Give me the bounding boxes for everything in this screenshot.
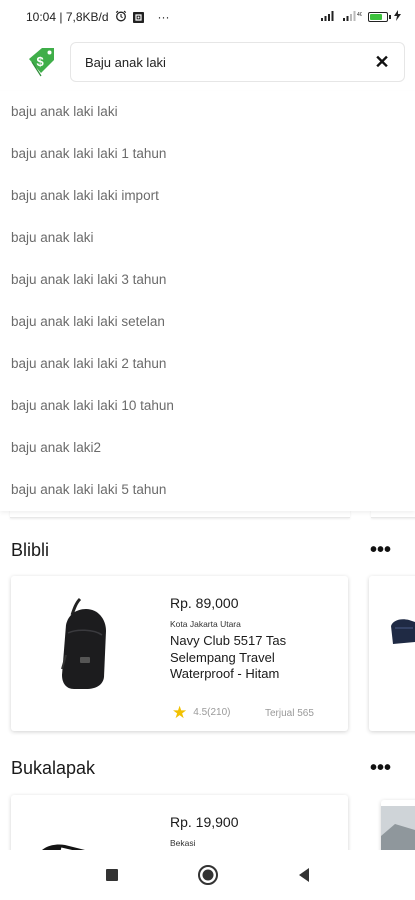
battery-level <box>370 14 382 20</box>
suggestion-item[interactable]: baju anak laki laki import <box>0 175 415 217</box>
more-notifications-icon: ··· <box>157 10 170 24</box>
bag-thumbnail-image <box>387 616 415 653</box>
status-right: 4G <box>320 10 401 24</box>
more-options-button[interactable]: ••• <box>370 758 391 778</box>
search-box[interactable]: ✕ <box>70 42 405 82</box>
suggestion-item[interactable]: baju anak laki laki 10 tahun <box>0 385 415 427</box>
signal-icon: 4G <box>342 10 364 24</box>
section-title: Blibli <box>11 539 50 560</box>
product-card[interactable]: Rp. 89,000 Kota Jakarta Utara Navy Club … <box>11 576 348 731</box>
star-icon: ★ <box>172 703 188 722</box>
signal-icon <box>320 10 336 24</box>
suggestion-item[interactable]: baju anak laki laki 5 tahun <box>0 469 415 511</box>
alarm-clock-icon <box>115 10 127 24</box>
search-input[interactable] <box>85 54 364 70</box>
suggestion-item[interactable]: baju anak laki laki setelan <box>0 301 415 343</box>
suggestion-item[interactable]: baju anak laki laki 2 tahun <box>0 343 415 385</box>
product-location: Bekasi <box>170 838 196 848</box>
product-price: Rp. 89,000 <box>170 595 239 611</box>
status-time-speed: 10:04 | 7,8KB/d <box>26 10 109 24</box>
search-suggestions-list: baju anak laki laki baju anak laki laki … <box>0 91 415 511</box>
suggestion-item[interactable]: baju anak laki <box>0 217 415 259</box>
svg-text:4G: 4G <box>357 12 362 18</box>
charging-icon <box>394 10 401 24</box>
product-price: Rp. 19,900 <box>170 814 239 830</box>
product-sold-count: Terjual 565 <box>265 708 314 719</box>
suggestion-item[interactable]: baju anak laki laki <box>0 91 415 133</box>
notification-box-icon <box>132 11 144 23</box>
sling-bag-image <box>31 590 141 700</box>
suggestion-item[interactable]: baju anak laki2 <box>0 427 415 469</box>
product-card-next[interactable] <box>369 576 415 731</box>
square-recents-icon[interactable] <box>99 862 125 888</box>
clear-search-button[interactable]: ✕ <box>372 52 392 72</box>
svg-text:$: $ <box>37 54 45 69</box>
suggestion-item[interactable]: baju anak laki laki 1 tahun <box>0 133 415 175</box>
more-options-button[interactable]: ••• <box>370 540 391 560</box>
product-rating: ★ 4.5(210) <box>172 704 231 721</box>
app-screen: 10:04 | 7,8KB/d ··· 4G $ Baju anak laki … <box>0 0 415 900</box>
price-tag-dollar-icon[interactable]: $ <box>20 42 60 82</box>
battery-icon <box>368 12 391 22</box>
status-bar: 10:04 | 7,8KB/d ··· 4G <box>0 0 415 34</box>
suggestion-item[interactable]: baju anak laki laki 3 tahun <box>0 259 415 301</box>
section-header-blibli: Blibli ••• <box>0 534 415 566</box>
section-header-bukalapak: Bukalapak ••• <box>0 752 415 784</box>
system-navigation-bar <box>0 850 415 900</box>
product-name: Navy Club 5517 Tas Selempang Travel Wate… <box>170 633 287 681</box>
triangle-back-icon[interactable] <box>291 862 317 888</box>
status-left: 10:04 | 7,8KB/d ··· <box>26 10 170 24</box>
circle-home-icon[interactable] <box>195 862 221 888</box>
rating-value: 4.5(210) <box>193 707 231 718</box>
product-location: Kota Jakarta Utara <box>170 619 241 629</box>
search-header: $ ✕ <box>0 34 415 90</box>
section-title: Bukalapak <box>11 757 96 778</box>
